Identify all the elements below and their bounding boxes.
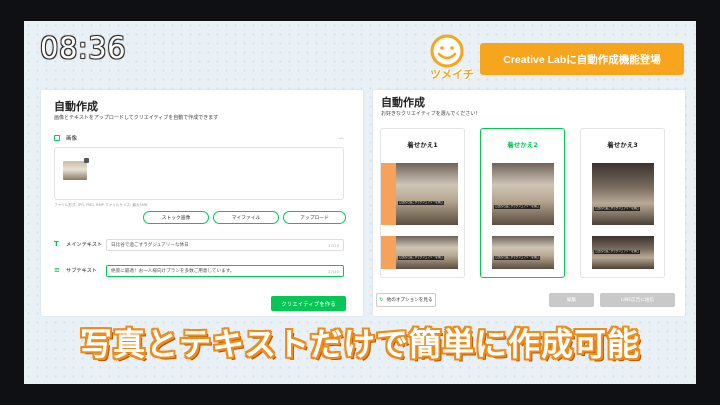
text-t-icon: T [54, 240, 59, 248]
sub-text-label: サブテキスト [66, 268, 97, 274]
card-1-design-block [381, 163, 396, 225]
image-dropzone[interactable] [54, 147, 344, 200]
card-2-label: 着せかえ2 [507, 141, 538, 149]
refresh-icon: ↻ [379, 297, 384, 303]
selection-title: 自動作成 [381, 97, 425, 109]
send-to-line-ads-button[interactable]: LINE広告に送信 [600, 293, 675, 307]
main-text-value: 日比谷で過ごすラグジュアリーな休日 [111, 242, 189, 248]
auto-create-form-panel: 自動作成 画像とテキストをアップロードしてクリエイティブを自動で作成できます 画… [41, 90, 363, 316]
main-text-input[interactable]: 日比谷で過ごすラグジュアリーな休日 17/20 [106, 238, 344, 251]
feature-banner: Creative Labに自動作成機能登場 [480, 43, 684, 75]
card-1-caption-2: 日比谷で過ごすラグジュアリーな休日 [398, 256, 444, 260]
main-text-counter: 17/20 [328, 242, 339, 248]
remove-image-icon[interactable] [84, 158, 89, 163]
card-3-caption-1: 日比谷で過ごすラグジュアリーな休日 [594, 207, 640, 211]
card-3-creative-square: 日比谷で過ごすラグジュアリーな休日 [592, 163, 654, 225]
clock-overlay: 08:36 [40, 31, 127, 65]
card-3-creative-wide: 日比谷で過ごすラグジュアリーな休日 [592, 236, 654, 269]
card-1-creative-wide: 日比谷で過ごすラグジュアリーな休日 [396, 236, 458, 269]
card-3-label: 着せかえ3 [607, 141, 638, 149]
card-2-caption-1: 日比谷で過ごすラグジュアリーな休日 [494, 205, 540, 209]
image-section-header[interactable]: 画像 ︿ [54, 132, 344, 144]
creative-card-2[interactable]: 着せかえ2 日比谷で過ごすラグジュアリーな休日 日比谷で過ごすラグジュアリーな休… [480, 128, 565, 278]
card-1-creative-square: 日比谷で過ごすラグジュアリーな休日 [396, 163, 458, 225]
card-1-label: 着せかえ1 [407, 141, 438, 149]
sub-text-value: 絶景に最適！お一人様向けプランを多数ご用意しています。 [111, 268, 235, 274]
form-title: 自動作成 [54, 101, 98, 113]
create-creative-button[interactable]: クリエイティブを作る [271, 296, 346, 311]
smiley-mascot-icon: ツメイチ [426, 33, 478, 83]
card-2-creative-wide: 日比谷で過ごすラグジュアリーな休日 [492, 236, 554, 269]
image-format-hint: ファイル形式: JPG, PNG, BMP ファイルサイズ: 最大5MB [54, 203, 148, 207]
card-1-design-block-2 [381, 236, 396, 269]
creative-card-3[interactable]: 着せかえ3 日比谷で過ごすラグジュアリーな休日 日比谷で過ごすラグジュアリーな休… [580, 128, 665, 278]
mascot-text: ツメイチ [430, 68, 474, 81]
edit-button[interactable]: 編集 [549, 293, 594, 307]
main-text-label: メインテキスト [66, 242, 103, 248]
other-options-button[interactable]: ↻ 他のオプションを見る [376, 293, 436, 307]
card-2-creative-square: 日比谷で過ごすラグジュアリーな休日 [492, 163, 554, 225]
text-lines-icon: ≡ [54, 266, 60, 274]
image-section-label: 画像 [66, 136, 78, 142]
selection-subtitle: お好きなクリエイティブを選んでください！ [381, 111, 481, 117]
other-options-label: 他のオプションを見る [386, 298, 433, 303]
chevron-up-icon[interactable]: ︿ [339, 134, 344, 141]
uploaded-image-thumbnail [63, 161, 87, 180]
upload-button[interactable]: アップロード [283, 211, 346, 224]
card-3-caption-2: 日比谷で過ごすラグジュアリーな休日 [594, 250, 640, 254]
stock-image-button[interactable]: ストック画像 [143, 211, 209, 224]
image-icon [54, 135, 60, 141]
main-text-row: T メインテキスト 日比谷で過ごすラグジュアリーな休日 17/20 [54, 238, 344, 251]
video-caption: 写真とテキストだけで簡単に作成可能 [79, 325, 641, 363]
sub-text-input[interactable]: 絶景に最適！お一人様向けプランを多数ご用意しています。 27/40 [106, 264, 344, 277]
sub-text-counter: 27/40 [328, 268, 339, 274]
card-2-caption-2: 日比谷で過ごすラグジュアリーな休日 [494, 256, 540, 260]
my-file-button[interactable]: マイファイル [213, 211, 279, 224]
creative-card-1[interactable]: 着せかえ1 日比谷で過ごすラグジュアリーな休日 日比谷で過ごすラグジュアリーな休… [380, 128, 465, 278]
form-subtitle: 画像とテキストをアップロードしてクリエイティブを自動で作成できます [54, 115, 219, 121]
card-1-caption-1: 日比谷で過ごすラグジュアリーな休日 [398, 201, 444, 205]
creative-selection-panel: 自動作成 お好きなクリエイティブを選んでください！ 着せかえ1 日比谷で過ごすラ… [373, 90, 685, 316]
sub-text-row: ≡ サブテキスト 絶景に最適！お一人様向けプランを多数ご用意しています。 27/… [54, 264, 344, 277]
